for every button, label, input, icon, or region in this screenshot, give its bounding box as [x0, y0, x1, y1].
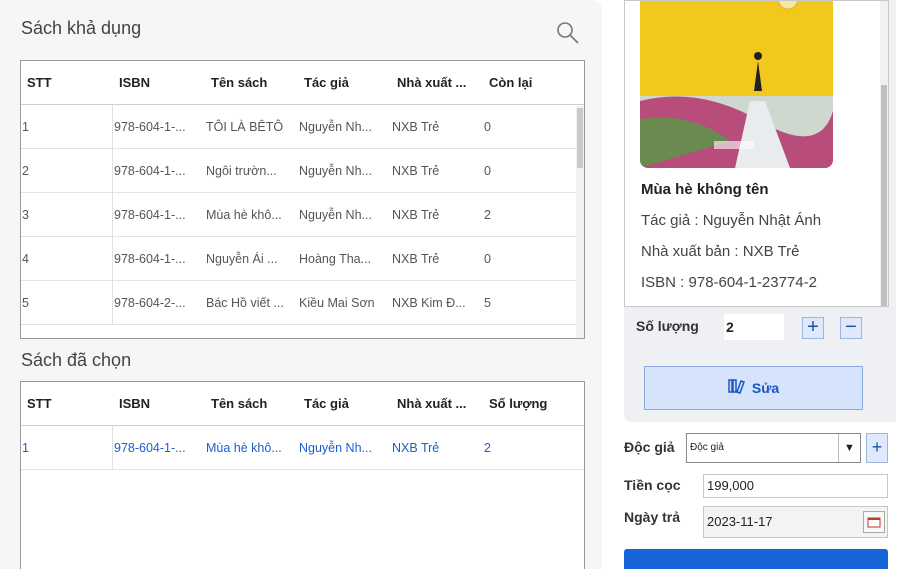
quantity-input[interactable]: 2 [724, 314, 784, 340]
table-cell: Mùa hè khô... [206, 440, 282, 455]
confirm-button[interactable] [624, 549, 888, 569]
table-cell: 4 [21, 236, 113, 281]
table-cell: 978-604-2-... [114, 295, 186, 310]
table-cell: 5 [484, 295, 491, 310]
table-cell: NXB Kim Đ... [392, 295, 466, 310]
book-cover-image [640, 1, 833, 168]
table-row[interactable]: 2 978-604-1-... Ngôi trườn... Nguyễn Nh... N… [21, 148, 584, 193]
table-cell: 5 [21, 280, 113, 325]
table-cell: Mùa hè khô... [206, 207, 282, 222]
column-header[interactable]: Tên sách [205, 396, 298, 411]
table-cell: TÔI LÀ BÊTÔ [206, 119, 284, 134]
edit-button-label: Sửa [751, 380, 780, 396]
table-row[interactable]: 1 978-604-1-... TÔI LÀ BÊTÔ Nguyễn Nh... NXB… [21, 104, 584, 149]
book-isbn: ISBN : 978-604-1-23774-2 [641, 274, 817, 291]
table-cell: Kiều Mai Sơn [299, 295, 375, 310]
table-header: STT ISBN Tên sách Tác giả Nhà xuất ... Còn lạ… [21, 61, 584, 105]
column-header[interactable]: Nhà xuất ... [391, 75, 483, 90]
table-cell: Nguyễn Nh... [299, 207, 372, 222]
book-detail-panel: Mùa hè không tên Tác giả : Nguyễn Nhật Á… [624, 0, 896, 422]
column-header[interactable]: Tên sách [205, 75, 298, 90]
return-date-value: 2023-11-17 [707, 514, 773, 529]
table-cell: 978-604-1-... [114, 119, 186, 134]
column-header[interactable]: STT [21, 396, 113, 411]
return-date-label: Ngày trả [624, 509, 681, 525]
chevron-down-icon[interactable]: ▼ [838, 434, 860, 462]
column-header[interactable]: Nhà xuất ... [391, 396, 483, 411]
table-body: 1 978-604-1-... TÔI LÀ BÊTÔ Nguyễn Nh... NXB… [21, 104, 584, 325]
calendar-icon[interactable] [863, 511, 885, 533]
reader-select[interactable]: Độc giả ▼ [686, 433, 861, 463]
reader-select-value: Độc giả [690, 442, 724, 453]
increase-quantity-button[interactable]: + [802, 317, 824, 339]
table-header: STT ISBN Tên sách Tác giả Nhà xuất ... Số lượ… [21, 382, 584, 426]
table-row[interactable]: 3 978-604-1-... Mùa hè khô... Nguyễn Nh... N… [21, 192, 584, 237]
book-author: Tác giả : Nguyễn Nhật Ánh [641, 212, 822, 229]
table-cell: NXB Trẻ [392, 251, 440, 266]
root: Sách khả dụng STT ISBN Tên sách Tác giả Nhà … [0, 0, 910, 569]
decrease-quantity-button[interactable]: − [840, 317, 862, 339]
table-cell: 2 [484, 440, 491, 455]
table-cell: 978-604-1-... [114, 207, 186, 222]
book-edit-icon [728, 378, 746, 399]
table-cell: NXB Trẻ [392, 163, 440, 178]
column-header[interactable]: Số lượng [483, 396, 563, 411]
scrollbar-thumb[interactable] [881, 85, 887, 306]
table-cell: Nguyễn Nh... [299, 163, 372, 178]
table-cell: Nguyễn Nh... [299, 440, 372, 455]
selected-books-title: Sách đã chọn [21, 350, 132, 370]
table-row[interactable]: 4 978-604-1-... Nguyễn Ái ... Hoàng Tha... N… [21, 236, 584, 281]
table-cell: 2 [21, 148, 113, 193]
column-header[interactable]: STT [21, 75, 113, 90]
table-cell: NXB Trẻ [392, 119, 440, 134]
table-cell: 0 [484, 119, 491, 134]
vertical-scrollbar[interactable] [576, 106, 584, 338]
reader-label: Độc giả [624, 439, 675, 455]
book-publisher: Nhà xuất bản : NXB Trẻ [641, 243, 800, 260]
table-cell: NXB Trẻ [392, 207, 440, 222]
return-date-picker[interactable]: 2023-11-17 [703, 506, 888, 538]
available-books-table: STT ISBN Tên sách Tác giả Nhà xuất ... Còn lạ… [20, 60, 585, 339]
book-title: Mùa hè không tên [641, 181, 769, 198]
table-body: 1 978-604-1-... Mùa hè khô... Nguyễn Nh... N… [21, 425, 584, 470]
column-header[interactable]: Tác giả [298, 75, 391, 90]
column-header[interactable]: ISBN [113, 396, 205, 411]
search-icon[interactable] [555, 20, 581, 46]
table-cell: NXB Trẻ [392, 440, 440, 455]
table-cell: Nguyễn Ái ... [206, 251, 278, 266]
quantity-label: Số lượng [636, 318, 699, 334]
table-cell: 0 [484, 251, 491, 266]
table-cell: 1 [21, 425, 113, 470]
table-row[interactable]: 5 978-604-2-... Bác Hồ viết ... Kiều Mai Sơ… [21, 280, 584, 325]
column-header[interactable]: ISBN [113, 75, 205, 90]
available-books-title: Sách khả dụng [21, 18, 142, 38]
table-cell: Nguyễn Nh... [299, 119, 372, 134]
column-header[interactable]: Còn lại [483, 75, 563, 90]
deposit-input[interactable]: 199,000 [703, 474, 888, 498]
edit-button[interactable]: Sửa [644, 366, 863, 410]
add-reader-button[interactable]: + [866, 433, 888, 463]
table-cell: Bác Hồ viết ... [206, 295, 284, 310]
left-panel: Sách khả dụng STT ISBN Tên sách Tác giả Nhà … [0, 0, 602, 569]
table-cell: Ngôi trườn... [206, 163, 277, 178]
book-card: Mùa hè không tên Tác giả : Nguyễn Nhật Á… [624, 0, 889, 307]
deposit-label: Tiền cọc [624, 477, 681, 493]
table-cell: Hoàng Tha... [299, 251, 372, 266]
table-row[interactable]: 1 978-604-1-... Mùa hè khô... Nguyễn Nh... N… [21, 425, 584, 470]
table-cell: 978-604-1-... [114, 163, 186, 178]
table-cell: 978-604-1-... [114, 440, 186, 455]
table-cell: 2 [484, 207, 491, 222]
table-cell: 0 [484, 163, 491, 178]
column-header[interactable]: Tác giả [298, 396, 391, 411]
card-scrollbar[interactable] [880, 1, 888, 306]
selected-books-table: STT ISBN Tên sách Tác giả Nhà xuất ... Số lượ… [20, 381, 585, 569]
table-cell: 978-604-1-... [114, 251, 186, 266]
scrollbar-thumb[interactable] [577, 108, 583, 168]
table-cell: 1 [21, 104, 113, 149]
table-cell: 3 [21, 192, 113, 237]
